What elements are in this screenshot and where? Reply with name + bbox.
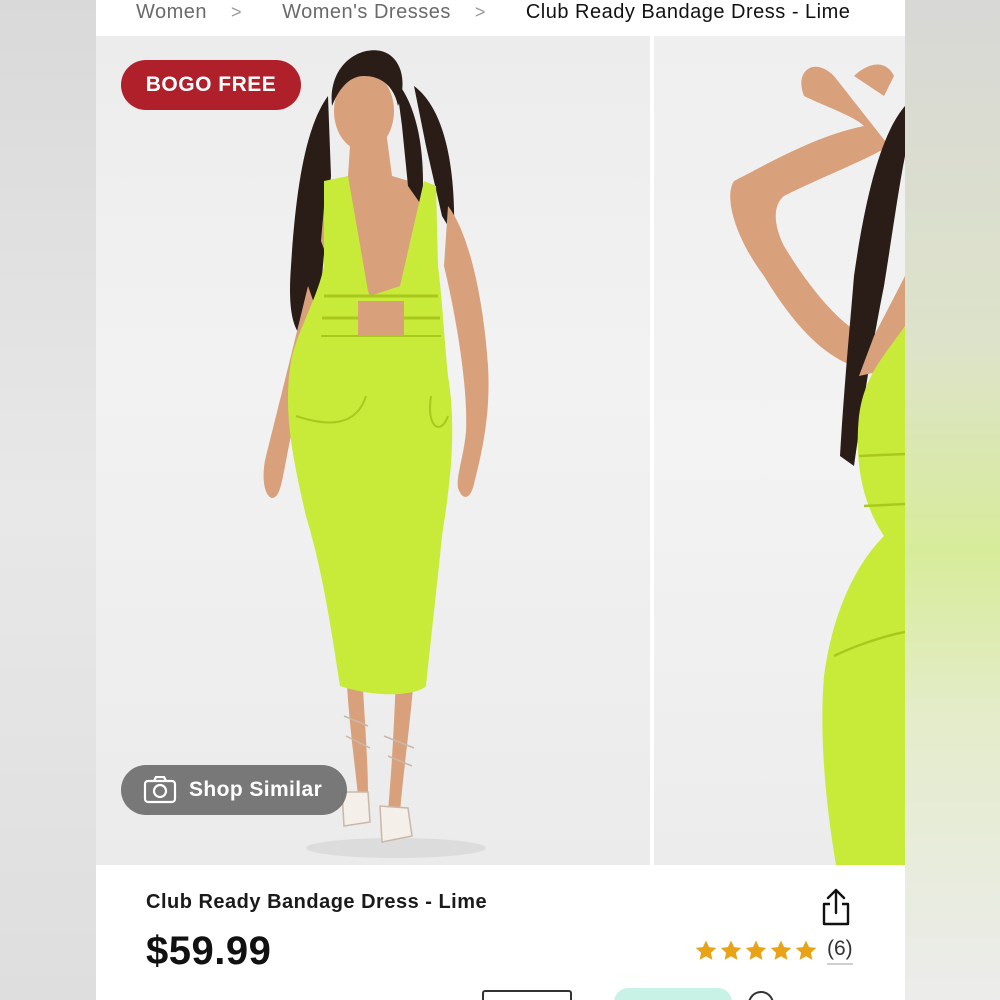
star-icon <box>720 940 742 960</box>
breadcrumb: Women > Women's Dresses > Club Ready Ban… <box>96 0 905 32</box>
review-count-link[interactable]: (6) <box>827 937 853 965</box>
chevron-right-icon: > <box>231 1 243 22</box>
star-icon <box>770 940 792 960</box>
breadcrumb-item-women[interactable]: Women <box>136 1 207 24</box>
breadcrumb-item-current: Club Ready Bandage Dress - Lime <box>525 0 851 23</box>
product-page: Women > Women's Dresses > Club Ready Ban… <box>96 0 905 1000</box>
star-icon <box>795 940 817 960</box>
payment-logo-box <box>482 990 572 1000</box>
product-title: Club Ready Bandage Dress - Lime <box>146 891 488 913</box>
model-illustration-side <box>730 64 905 865</box>
star-icon <box>745 940 767 960</box>
chevron-right-icon: > <box>474 1 486 22</box>
product-image-gallery[interactable]: BOGO FREE Shop Similar <box>96 36 905 865</box>
product-photo-second[interactable] <box>654 36 905 865</box>
product-info: Club Ready Bandage Dress - Lime $59.99 (… <box>96 865 905 1000</box>
star-icon <box>695 940 717 960</box>
shop-similar-button[interactable]: Shop Similar <box>121 765 347 815</box>
model-illustration <box>263 50 489 858</box>
product-rating[interactable]: (6) <box>694 937 853 965</box>
product-photo-main[interactable]: BOGO FREE Shop Similar <box>96 36 650 865</box>
share-icon[interactable] <box>820 887 852 927</box>
bogo-free-badge: BOGO FREE <box>121 60 301 110</box>
cut-off-row <box>96 988 905 1000</box>
background-left <box>0 0 96 1000</box>
shop-similar-label: Shop Similar <box>189 778 323 801</box>
payment-pill[interactable] <box>614 988 732 1000</box>
product-price: $59.99 <box>146 929 272 973</box>
info-icon[interactable] <box>748 991 774 1000</box>
breadcrumb-item-womens-dresses[interactable]: Women's Dresses <box>282 1 451 24</box>
camera-icon <box>143 776 177 804</box>
background-right <box>905 0 1000 1000</box>
